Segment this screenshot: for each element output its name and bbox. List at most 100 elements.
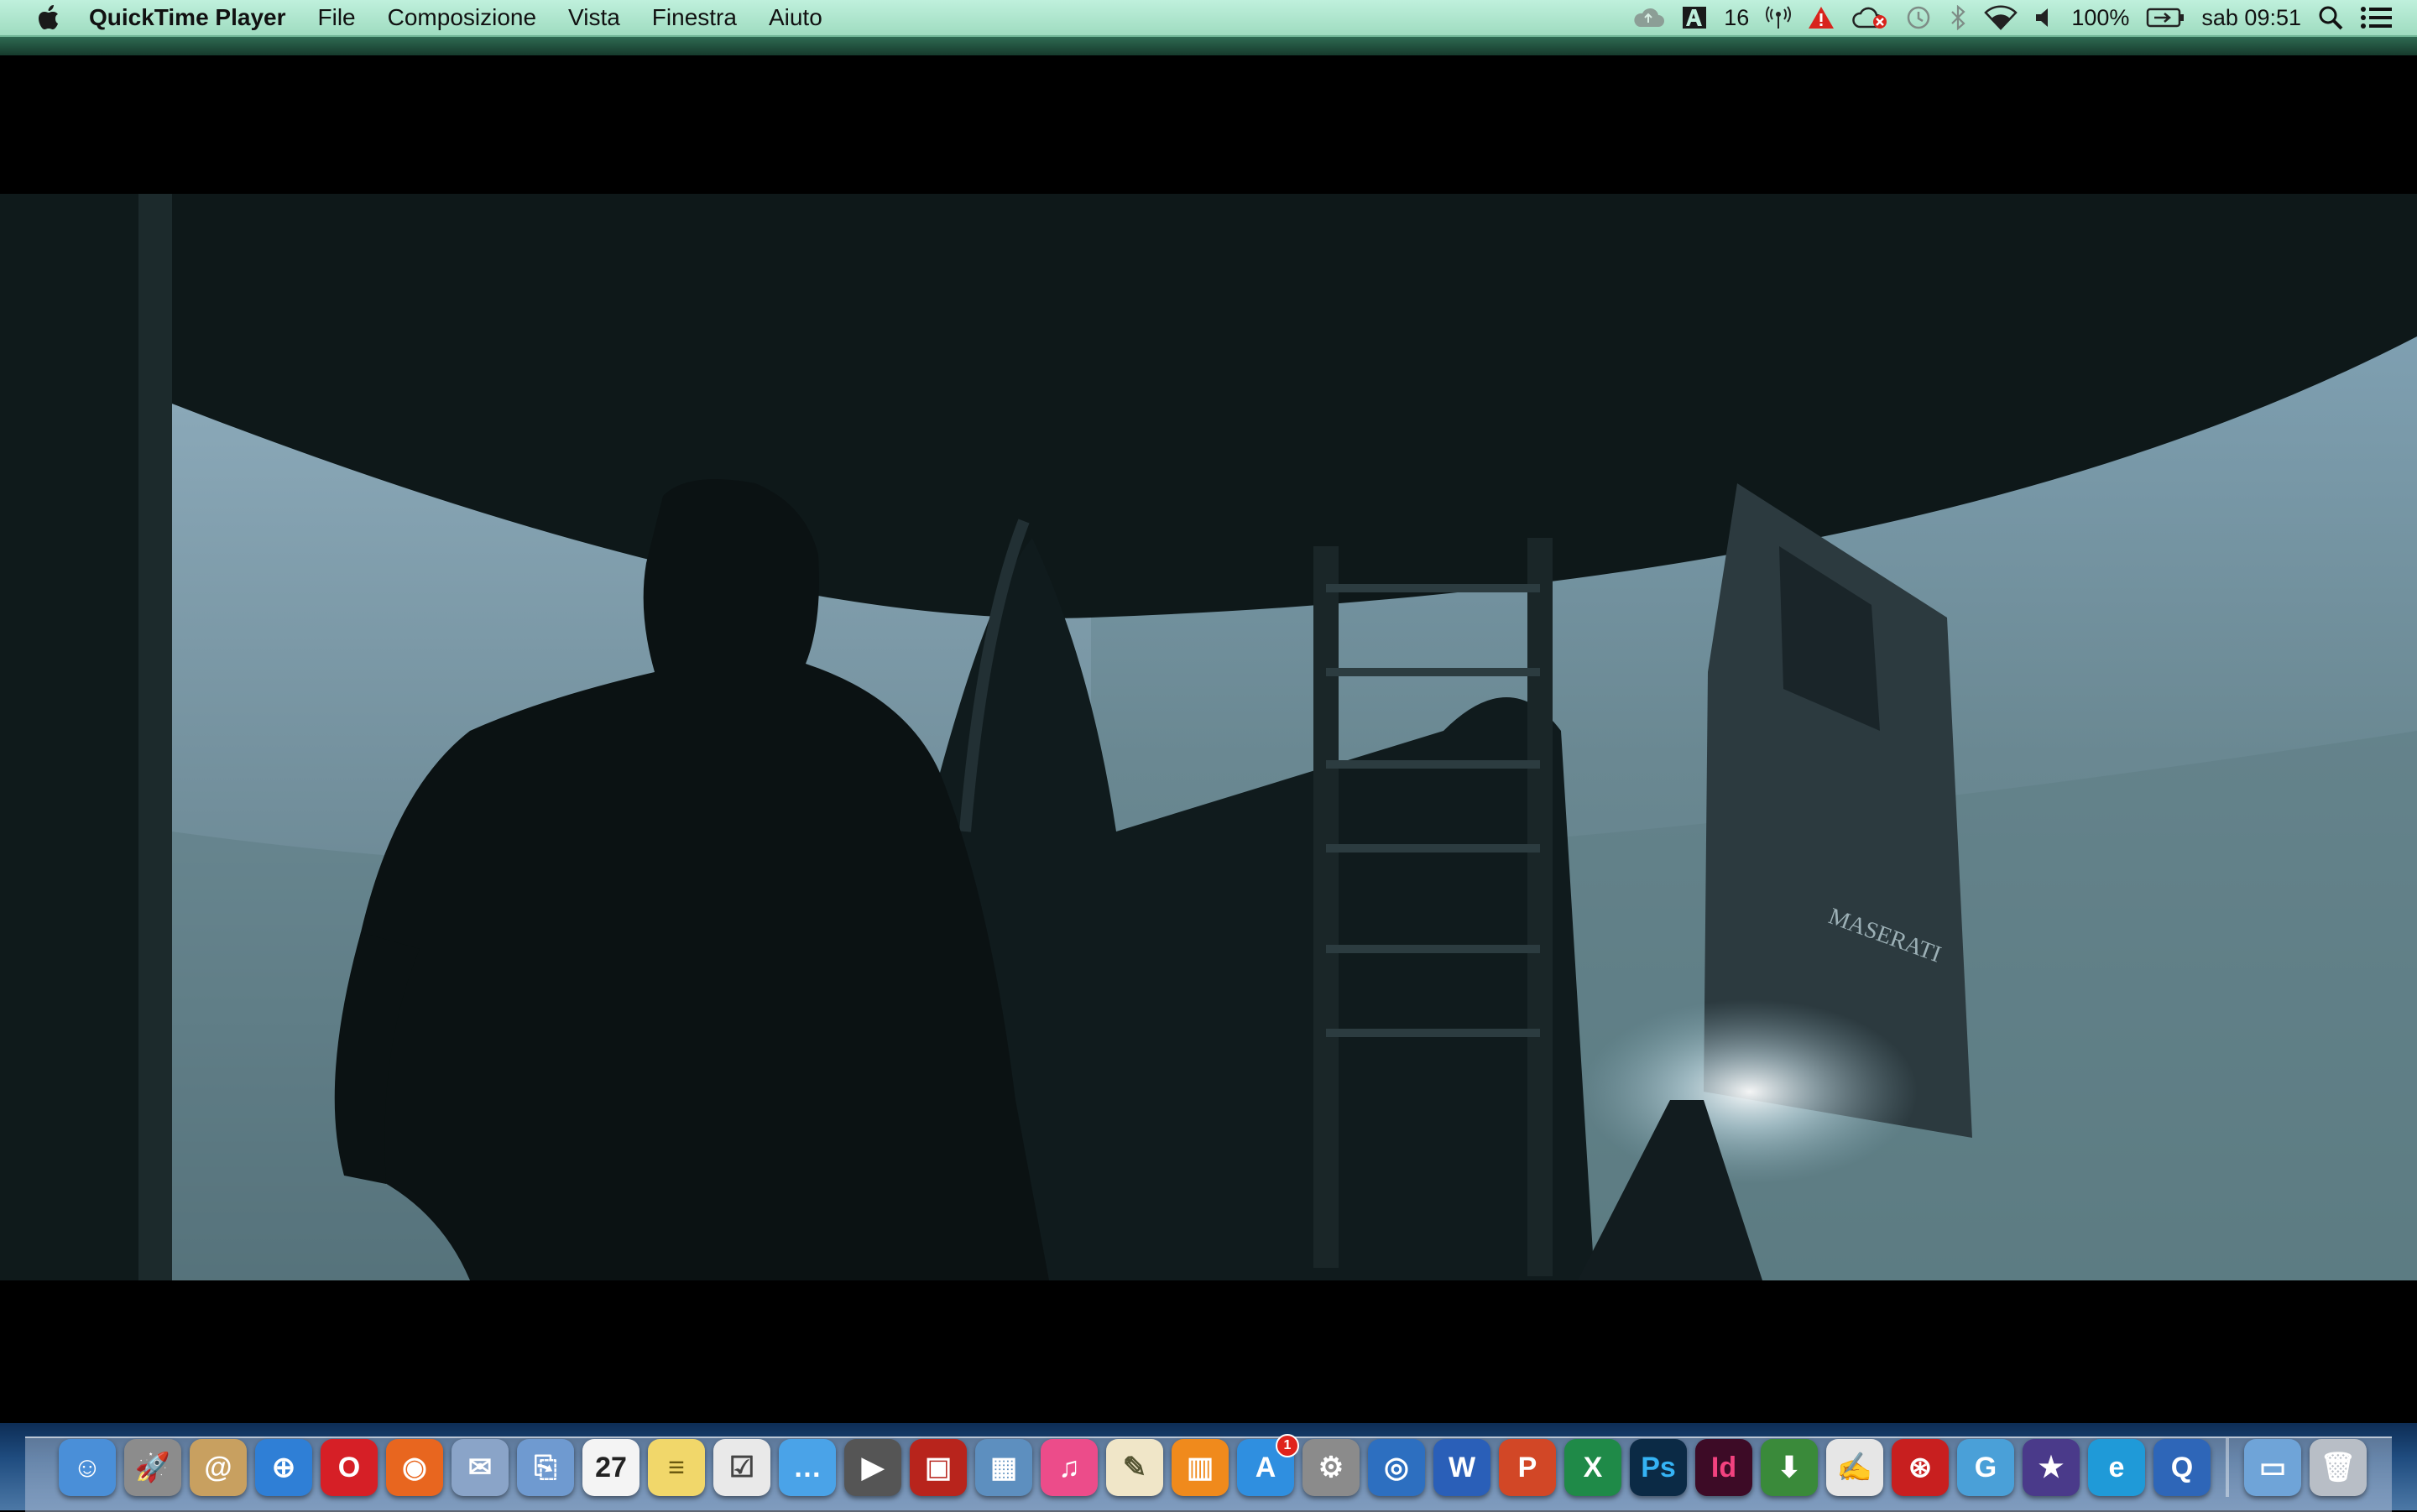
menu-finestra[interactable]: Finestra (636, 0, 753, 36)
firefox-icon: ◉ (402, 1452, 427, 1483)
indesign-icon: Id (1710, 1451, 1737, 1483)
dock-icon-downloads-folder[interactable]: ▭ (2244, 1439, 2301, 1496)
apple-menu-icon[interactable] (25, 0, 72, 36)
menu-clock[interactable]: sab 09:51 (2193, 5, 2310, 31)
dock-icon-reminders[interactable]: ☑ (713, 1439, 770, 1496)
xscope-icon: ◎ (1384, 1452, 1409, 1483)
video-frame[interactable]: MASERATI (0, 194, 2417, 1280)
dock-icon-script-editor[interactable]: ✍ (1826, 1439, 1883, 1496)
textedit-icon: ✎ (1122, 1452, 1147, 1483)
iphoto-icon: ▦ (989, 1452, 1018, 1483)
photo-booth-icon: ▣ (924, 1452, 953, 1483)
menu-bar: QuickTime Player File Composizione Vista… (0, 0, 2417, 37)
quicktime-player-window[interactable]: MASERATI (0, 55, 2417, 1423)
cloud-error-icon[interactable] (1843, 0, 1897, 36)
transmit-icon: ⬇ (1777, 1452, 1802, 1483)
dock-icon-powerpoint[interactable]: P (1499, 1439, 1556, 1496)
spotlight-icon[interactable] (2310, 0, 2352, 36)
facetime-icon: ▶ (861, 1452, 885, 1483)
menu-bar-left: QuickTime Player File Composizione Vista… (0, 0, 838, 36)
excel-icon: X (1583, 1451, 1603, 1483)
desktop-strip (0, 37, 2417, 55)
dock-icon-messages[interactable]: … (779, 1439, 836, 1496)
dock-icon-firefox[interactable]: ◉ (386, 1439, 443, 1496)
dock-icon-ibooks[interactable]: ▥ (1172, 1439, 1229, 1496)
dock-icon-preview[interactable]: ⎘ (517, 1439, 574, 1496)
menu-vista[interactable]: Vista (552, 0, 636, 36)
dock-icon-word[interactable]: W (1433, 1439, 1490, 1496)
notification-center-icon[interactable] (2352, 0, 2402, 36)
itunes-icon: ♫ (1058, 1451, 1080, 1483)
preview-icon: ⎘ (534, 1451, 557, 1483)
dock-icon-system-preferences[interactable]: ⚙ (1302, 1439, 1360, 1496)
menu-composizione[interactable]: Composizione (372, 0, 552, 36)
dock-icon-network-utility[interactable]: ⊛ (1892, 1439, 1949, 1496)
app-menu-quicktime[interactable]: QuickTime Player (72, 0, 302, 36)
contacts-icon: @ (204, 1451, 232, 1483)
dock-icon-finder[interactable]: ☺ (59, 1439, 116, 1496)
bluetooth-icon[interactable] (1940, 0, 1976, 36)
word-icon: W (1448, 1451, 1476, 1483)
dock-icon-textedit[interactable]: ✎ (1106, 1439, 1163, 1496)
dock-separator (2226, 1438, 2229, 1497)
ibooks-icon: ▥ (1186, 1452, 1214, 1483)
dock-icon-xscope[interactable]: ◎ (1368, 1439, 1425, 1496)
adobe-update-count: 16 (1724, 4, 1750, 30)
notification-badge: 1 (1276, 1434, 1299, 1457)
app-store-icon: A (1255, 1451, 1276, 1483)
menu-file[interactable]: File (302, 0, 372, 36)
dock-icon-quicktime-player[interactable]: Q (2153, 1439, 2211, 1496)
dock-icon-explorer[interactable]: e (2088, 1439, 2145, 1496)
adobe-icon[interactable] (1673, 0, 1715, 36)
video-scene: MASERATI (0, 194, 2417, 1280)
dock-icon-contacts[interactable]: @ (190, 1439, 247, 1496)
battery-icon[interactable] (2138, 0, 2193, 36)
volume-icon[interactable] (2026, 0, 2063, 36)
dock: ☺ 🚀 @ ⊕ O ◉ ✉ ⎘ 27 ≡ ☑ … ▶ ▣ ▦ ♫ ✎ ▥ A 1 ⚙ ◎ W P X Ps Id ⬇ ✍ ⊛ G ★ e Q ▭ 🗑 (59, 1429, 2367, 1506)
opera-icon: O (337, 1451, 361, 1483)
dock-icon-safari[interactable]: ⊕ (255, 1439, 312, 1496)
dock-icon-photo-booth[interactable]: ▣ (910, 1439, 967, 1496)
safari-icon: ⊕ (271, 1452, 296, 1483)
calendar-icon: 27 (595, 1451, 627, 1483)
warning-icon[interactable] (1799, 0, 1843, 36)
dock-icon-launchpad[interactable]: 🚀 (124, 1439, 181, 1496)
launchpad-icon: 🚀 (134, 1452, 171, 1483)
system-preferences-icon: ⚙ (1318, 1452, 1344, 1483)
downloads-folder-icon: ▭ (2258, 1452, 2287, 1483)
dock-icon-excel[interactable]: X (1564, 1439, 1621, 1496)
dock-icon-itunes[interactable]: ♫ (1041, 1439, 1098, 1496)
dock-icon-photoshop[interactable]: Ps (1630, 1439, 1687, 1496)
dock-icon-iphoto[interactable]: ▦ (975, 1439, 1032, 1496)
dock-icon-trash[interactable]: 🗑 (2310, 1439, 2367, 1496)
gravit-icon: G (1974, 1451, 1997, 1483)
dock-icon-app-store[interactable]: A1 (1237, 1434, 1299, 1496)
finder-icon: ☺ (72, 1451, 102, 1483)
notes-icon: ≡ (668, 1451, 685, 1483)
time-machine-icon[interactable] (1897, 0, 1940, 36)
explorer-icon: e (2108, 1451, 2125, 1483)
dock-icon-calendar[interactable]: 27 (582, 1439, 639, 1496)
menu-aiuto[interactable]: Aiuto (753, 0, 838, 36)
messages-icon: … (793, 1451, 822, 1483)
trash-icon: 🗑 (2320, 1452, 2357, 1483)
wifi-icon[interactable] (1976, 0, 2026, 36)
wireless-antenna-icon[interactable] (1757, 0, 1799, 36)
cloud-icon[interactable] (1623, 0, 1673, 36)
status-area: 16 100% sab 09:51 (1623, 0, 2402, 36)
dock-icon-gravit[interactable]: G (1957, 1439, 2014, 1496)
script-editor-icon: ✍ (1836, 1452, 1873, 1483)
dock-icon-opera[interactable]: O (321, 1439, 378, 1496)
photoshop-icon: Ps (1641, 1451, 1676, 1483)
dock-icon-imovie[interactable]: ★ (2023, 1439, 2080, 1496)
imovie-icon: ★ (2038, 1452, 2065, 1483)
dock-icon-transmit[interactable]: ⬇ (1761, 1439, 1818, 1496)
dock-icon-facetime[interactable]: ▶ (844, 1439, 901, 1496)
quicktime-player-icon: Q (2170, 1451, 2194, 1483)
battery-percentage: 100% (2071, 4, 2130, 30)
dock-icon-mail[interactable]: ✉ (452, 1439, 509, 1496)
dock-icon-notes[interactable]: ≡ (648, 1439, 705, 1496)
dock-icon-indesign[interactable]: Id (1695, 1439, 1752, 1496)
powerpoint-icon: P (1517, 1451, 1537, 1483)
network-utility-icon: ⊛ (1908, 1452, 1933, 1483)
